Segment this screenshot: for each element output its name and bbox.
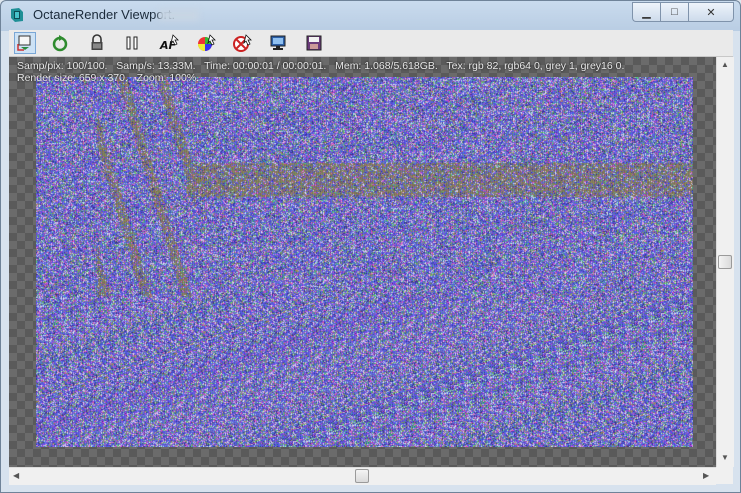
scroll-left-arrow[interactable]: ◀: [13, 471, 19, 480]
restart-render-button[interactable]: [49, 32, 71, 54]
title-blur: [159, 9, 199, 21]
white-balance-picker-button[interactable]: [195, 32, 217, 54]
material-picker-button[interactable]: [231, 32, 253, 54]
render-stats-line-1: Samp/pix: 100/100. Samp/s: 13.33M. Time:…: [17, 60, 625, 72]
render-stats: Samp/pix: 100/100. Samp/s: 13.33M. Time:…: [17, 60, 624, 84]
material-picker-icon: [233, 34, 252, 52]
render-stats-line-2: Render size: 659 x 370. Zoom: 100%.: [17, 72, 200, 84]
lock-icon: [91, 34, 103, 50]
save-image-icon: [306, 35, 322, 51]
window-controls: ▁ □ ✕: [632, 2, 734, 22]
minimize-button[interactable]: ▁: [632, 2, 660, 22]
octane-viewport-window: OctaneRender Viewport. ▁ □ ✕ AF Samp/pix…: [0, 0, 741, 493]
scroll-right-arrow[interactable]: ▶: [703, 471, 709, 480]
scroll-up-arrow[interactable]: ▲: [721, 60, 729, 69]
render-image[interactable]: [36, 77, 693, 447]
horizontal-scrollbar[interactable]: ◀ ▶: [9, 467, 716, 485]
maximize-button[interactable]: □: [660, 2, 688, 22]
recenter-view-icon: [17, 35, 31, 51]
scroll-down-arrow[interactable]: ▼: [721, 453, 729, 462]
lock-button[interactable]: [86, 32, 108, 54]
scrollbar-corner: [716, 467, 733, 484]
focus-picker-icon: AF: [159, 34, 179, 52]
white-balance-picker-icon: [198, 34, 216, 51]
horizontal-scroll-thumb[interactable]: [355, 469, 369, 483]
pause-button[interactable]: [121, 32, 143, 54]
octane-app-icon: [11, 8, 23, 22]
pause-icon: [126, 36, 138, 50]
region-render-icon: [270, 35, 286, 50]
save-image-button[interactable]: [303, 32, 325, 54]
close-button[interactable]: ✕: [688, 2, 734, 22]
vertical-scrollbar[interactable]: ▲ ▼: [716, 57, 734, 467]
focus-picker-button[interactable]: AF: [158, 32, 180, 54]
render-viewport[interactable]: Samp/pix: 100/100. Samp/s: 13.33M. Time:…: [9, 57, 716, 467]
restart-render-icon: [52, 35, 68, 52]
region-render-button[interactable]: [267, 32, 289, 54]
vertical-scroll-thumb[interactable]: [718, 255, 732, 269]
recenter-view-button[interactable]: [14, 32, 36, 54]
title-bar[interactable]: OctaneRender Viewport. ▁ □ ✕: [1, 1, 740, 29]
window-title: OctaneRender Viewport.: [33, 7, 176, 22]
viewport-toolbar: AF: [9, 30, 733, 57]
